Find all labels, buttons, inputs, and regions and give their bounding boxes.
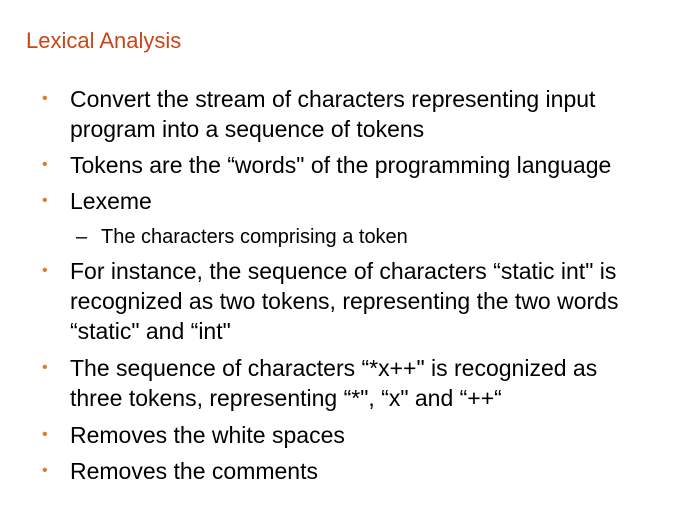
bullet-text: For instance, the sequence of characters… — [70, 258, 619, 344]
bullet-text: The sequence of characters “*x++" is rec… — [70, 355, 598, 411]
bullet-dot-icon: • — [42, 262, 48, 279]
bullet-dot-icon: • — [42, 192, 48, 209]
bullet-text: Convert the stream of characters represe… — [70, 86, 596, 142]
bullet-text: Removes the comments — [70, 458, 318, 484]
sub-bullet-text: The characters comprising a token — [101, 226, 408, 248]
bullet-text: Lexeme — [70, 188, 152, 214]
bullet-dot-icon: • — [42, 359, 48, 376]
dash-icon: – — [76, 226, 88, 248]
bullet-text: Tokens are the “words" of the programmin… — [70, 152, 612, 178]
slide-title: Lexical Analysis — [26, 28, 182, 53]
bullet-text: Removes the white spaces — [70, 422, 345, 448]
bullet-dot-icon: • — [42, 426, 48, 443]
slide: Lexical Analysis • Convert the stream of… — [0, 0, 699, 516]
bullet-dot-icon: • — [42, 156, 48, 173]
bullet-dot-icon: • — [42, 462, 48, 479]
bullet-dot-icon: • — [42, 90, 48, 107]
